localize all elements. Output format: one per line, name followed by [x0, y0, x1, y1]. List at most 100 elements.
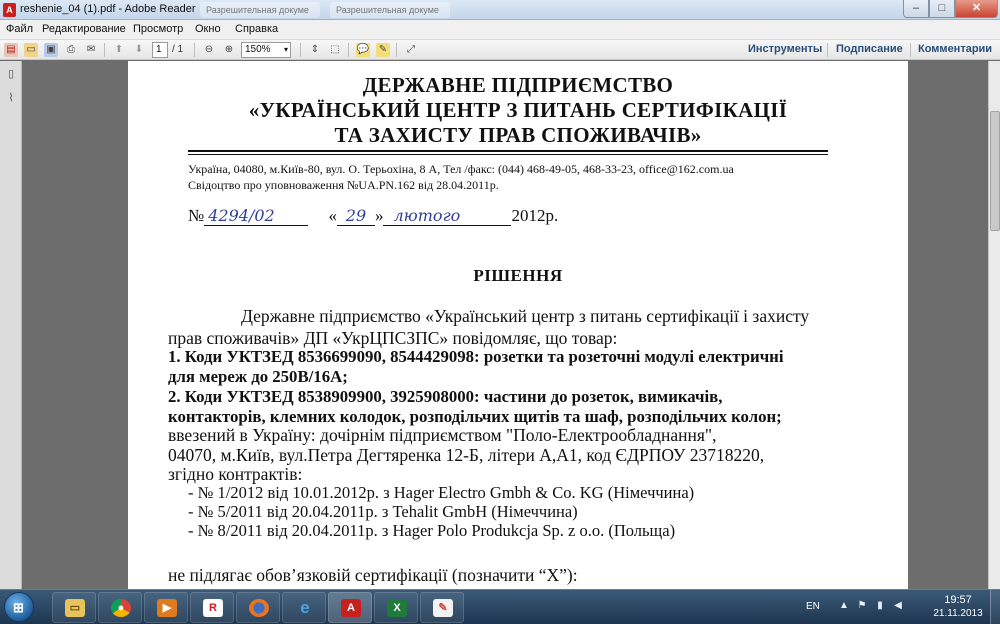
- taskbar-file-explorer[interactable]: ▭: [52, 592, 96, 623]
- taskbar-media-player[interactable]: ▶: [144, 592, 188, 623]
- open-folder-icon[interactable]: ▭: [24, 43, 38, 57]
- clock-date[interactable]: 21.11.2013: [926, 608, 990, 619]
- comment-icon[interactable]: 💬: [356, 43, 370, 57]
- contract-item: - № 8/2011 від 20.04.2011р. з Hager Polo…: [188, 521, 676, 540]
- header-rule-thick: [188, 150, 828, 152]
- adobe-reader-window: A reshenie_04 (1).pdf - Adobe Reader Раз…: [0, 0, 1000, 624]
- attachments-icon[interactable]: ⌇: [4, 91, 18, 105]
- taskbar-excel[interactable]: X: [374, 592, 418, 623]
- taskbar-r-app[interactable]: R: [190, 592, 234, 623]
- network-icon[interactable]: ▮: [874, 600, 886, 612]
- highlight-icon[interactable]: ✎: [376, 43, 390, 57]
- conclusion-line: не підлягає обов’язковій сертифікації (п…: [168, 565, 578, 585]
- internet-explorer-icon: e: [300, 598, 310, 617]
- pdf-page: ДЕРЖАВНЕ ПІДПРИЄМСТВО «УКРАЇНСЬКИЙ ЦЕНТР…: [128, 61, 908, 589]
- header-line-1: ДЕРЖАВНЕ ПІДПРИЄМСТВО: [362, 73, 674, 97]
- menu-window[interactable]: Окно: [195, 23, 221, 35]
- contract-item: - № 1/2012 від 10.01.2012р. з Hager Elec…: [188, 483, 695, 502]
- menu-view[interactable]: Просмотр: [133, 23, 183, 35]
- item-1-line-1: 1. Коди УКТЗЕД 8536699090, 8544429098: р…: [168, 347, 784, 366]
- taskbar: ⊞ ▭ ● ▶ R e A X ✎ EN ▲ ⚑ ▮ ◀ 19:57 21.11…: [0, 589, 1000, 624]
- language-indicator[interactable]: EN: [806, 601, 820, 612]
- menu-edit[interactable]: Редактирование: [42, 23, 126, 35]
- number-sign: №: [188, 206, 205, 225]
- toolbar-divider: [104, 43, 105, 57]
- fit-width-icon[interactable]: ⬚: [328, 43, 342, 57]
- date-open-quote: «: [328, 206, 337, 225]
- paragraph-line-1: Державне підприємство «Український центр…: [241, 306, 810, 326]
- save-icon[interactable]: ▣: [44, 43, 58, 57]
- taskbar-paint[interactable]: ✎: [420, 592, 464, 623]
- fit-page-icon[interactable]: ⇕: [308, 43, 322, 57]
- toolbar-divider: [348, 43, 349, 57]
- clock-time[interactable]: 19:57: [938, 594, 978, 606]
- toolbar-divider: [194, 43, 195, 57]
- navigation-pane: ▯ ⌇: [0, 61, 22, 589]
- handwritten-number: 4294/02: [204, 206, 309, 226]
- sign-button[interactable]: Подписание: [836, 43, 903, 55]
- volume-icon[interactable]: ◀: [892, 600, 904, 612]
- zoom-in-icon[interactable]: ⊕: [222, 43, 236, 57]
- taskbar-chrome[interactable]: ●: [98, 592, 142, 623]
- document-number-line: № 4294/02 «29» лютого 2012р.: [188, 206, 558, 226]
- taskbar-internet-explorer[interactable]: e: [282, 592, 326, 623]
- email-icon[interactable]: ✉: [84, 43, 98, 57]
- menu-bar: Файл Редактирование Просмотр Окно Справк…: [0, 20, 1000, 40]
- page-number-input[interactable]: 1: [152, 42, 168, 58]
- start-button[interactable]: ⊞: [4, 592, 34, 622]
- expand-icon[interactable]: ⤢: [404, 43, 418, 57]
- title-bar: A reshenie_04 (1).pdf - Adobe Reader Раз…: [0, 0, 1000, 20]
- window-title: reshenie_04 (1).pdf - Adobe Reader: [20, 3, 196, 15]
- maximize-button[interactable]: □: [929, 0, 955, 18]
- document-viewer[interactable]: ДЕРЖАВНЕ ПІДПРИЄМСТВО «УКРАЇНСЬКИЙ ЦЕНТР…: [23, 61, 988, 589]
- chevron-down-icon: ▾: [283, 45, 288, 54]
- show-hidden-icons-icon[interactable]: ▲: [838, 600, 850, 612]
- address-line: Україна, 04080, м.Київ-80, вул. О. Терьо…: [188, 162, 734, 176]
- toolbar-divider: [910, 43, 911, 57]
- taskbar-adobe-reader[interactable]: A: [328, 592, 372, 623]
- previous-page-icon[interactable]: ⬆: [112, 43, 126, 57]
- toolbar: ▤ ▭ ▣ ⎙ ✉ ⬆ ⬇ 1 / 1 ⊖ ⊕ 150% ▾ ⇕ ⬚ 💬 ✎ ⤢…: [0, 40, 1000, 60]
- document-year: 2012р.: [511, 206, 559, 225]
- scrollbar-thumb[interactable]: [990, 111, 1000, 231]
- create-pdf-icon[interactable]: ▤: [4, 43, 18, 57]
- windows-logo-icon: ⊞: [13, 600, 24, 615]
- imported-line-1: ввезений в Україну: дочірнім підприємств…: [168, 425, 717, 445]
- paragraph-line-2: прав споживачів» ДП «УкрЦПСЗПС» повідомл…: [168, 328, 618, 348]
- action-center-flag-icon[interactable]: ⚑: [856, 600, 868, 612]
- adobe-reader-app-icon: A: [3, 3, 16, 17]
- page-total: / 1: [172, 44, 184, 55]
- comments-button[interactable]: Комментарии: [918, 43, 992, 55]
- menu-file[interactable]: Файл: [6, 23, 33, 35]
- handwritten-day: 29: [336, 206, 375, 226]
- decision-title: РІШЕННЯ: [473, 266, 563, 285]
- zoom-out-icon[interactable]: ⊖: [202, 43, 216, 57]
- zoom-level: 150%: [245, 44, 271, 55]
- item-1-line-2: для мереж до 250В/16А;: [168, 367, 348, 386]
- background-window-tab[interactable]: Разрешительная докуме: [200, 2, 320, 18]
- tools-button[interactable]: Инструменты: [748, 43, 822, 55]
- r-app-icon: R: [203, 599, 223, 617]
- certificate-line: Свідоцтво про уповноваження №UA.PN.162 в…: [188, 178, 499, 192]
- zoom-select[interactable]: 150% ▾: [241, 42, 291, 58]
- adobe-reader-icon: A: [341, 599, 361, 617]
- next-page-icon[interactable]: ⬇: [132, 43, 146, 57]
- header-rule-thin: [188, 154, 828, 155]
- close-button[interactable]: ✕: [955, 0, 998, 18]
- header-line-2: «УКРАЇНСЬКИЙ ЦЕНТР З ПИТАНЬ СЕРТИФІКАЦІЇ: [248, 98, 788, 122]
- media-player-icon: ▶: [157, 599, 177, 617]
- vertical-scrollbar[interactable]: [988, 61, 1000, 589]
- date-close-quote: »: [374, 206, 384, 225]
- print-icon[interactable]: ⎙: [64, 43, 78, 57]
- taskbar-firefox[interactable]: [236, 592, 280, 623]
- toolbar-divider: [396, 43, 397, 57]
- menu-help[interactable]: Справка: [235, 23, 278, 35]
- background-window-tab[interactable]: Разрешительная докуме: [330, 2, 450, 18]
- show-desktop-button[interactable]: [990, 590, 1000, 624]
- header-line-3: ТА ЗАХИСТУ ПРАВ СПОЖИВАЧІВ»: [334, 123, 702, 147]
- imported-line-3: згідно контрактів:: [168, 464, 303, 484]
- page-thumbnails-icon[interactable]: ▯: [4, 67, 18, 81]
- excel-icon: X: [387, 599, 407, 617]
- minimize-button[interactable]: –: [903, 0, 929, 18]
- paint-icon: ✎: [433, 599, 453, 617]
